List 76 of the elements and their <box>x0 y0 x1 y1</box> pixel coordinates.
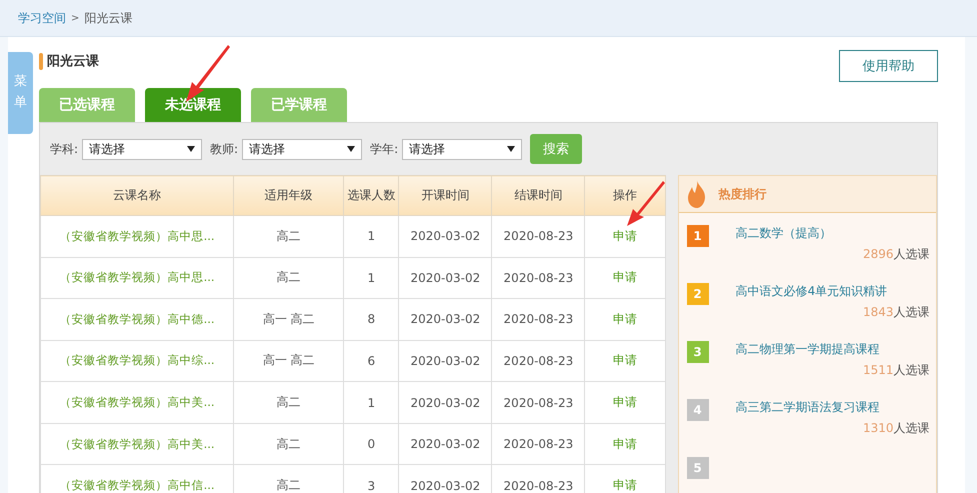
breadcrumb-link[interactable]: 学习空间 <box>18 10 66 26</box>
caret-icon <box>187 146 196 152</box>
title-marker <box>39 52 43 70</box>
table-cell: 2020-08-23 <box>504 437 574 452</box>
table-cell: 2020-08-23 <box>504 478 574 493</box>
column-header: 适用年级 <box>234 176 344 216</box>
apply-link[interactable]: 申请 <box>613 353 638 368</box>
table-cell: 2020-03-02 <box>410 229 480 244</box>
table-cell: 1 <box>367 270 376 285</box>
table-cell: 2020-03-02 <box>410 270 480 285</box>
rank-number: 3 <box>686 341 709 363</box>
help-button[interactable]: 使用帮助 <box>839 50 938 82</box>
table-cell: 高二 <box>276 270 301 284</box>
table-cell: 0 <box>367 437 376 452</box>
table-cell: 6 <box>367 354 376 368</box>
course-tab[interactable]: 已学课程 <box>251 88 347 122</box>
apply-link[interactable]: 申请 <box>613 478 638 492</box>
menu-tab[interactable]: 菜单 <box>8 52 33 134</box>
annotation-arrow <box>625 180 665 228</box>
table-cell: 8 <box>367 312 376 326</box>
course-tab[interactable]: 未选课程 <box>145 88 241 122</box>
table-cell: 2020-03-02 <box>410 437 480 452</box>
enrollment-count: 1843人选课 <box>863 304 930 321</box>
table-cell: 2020-08-23 <box>504 270 574 285</box>
apply-link[interactable]: 申请 <box>613 312 638 326</box>
filter-label: 学科: <box>50 140 78 158</box>
table-cell: 高二 <box>276 478 301 492</box>
ranked-course-link[interactable]: 高二物理第一学期提高课程 <box>736 341 930 358</box>
apply-link[interactable]: 申请 <box>613 436 638 451</box>
ranked-course-link[interactable]: 高三第二学期语法复习课程 <box>736 399 930 416</box>
ranking-title: 热度排行 <box>718 186 767 202</box>
table-cell: 2020-08-23 <box>504 312 574 326</box>
rank-number: 4 <box>686 399 709 421</box>
table-cell: 2020-08-23 <box>504 229 574 244</box>
apply-link[interactable]: 申请 <box>613 395 638 410</box>
breadcrumb-current: 阳光云课 <box>84 10 132 26</box>
column-header: 开课时间 <box>398 176 492 216</box>
filter-label: 学年: <box>370 140 398 158</box>
filter-label: 教师: <box>210 140 238 158</box>
table-cell: 2020-08-23 <box>504 354 574 368</box>
apply-link[interactable]: 申请 <box>613 228 638 243</box>
filter-dropdown[interactable]: 请选择 <box>82 138 202 160</box>
breadcrumb-separator: > <box>71 12 80 24</box>
search-button[interactable]: 搜索 <box>530 134 582 164</box>
filter-dropdown[interactable]: 请选择 <box>402 138 522 160</box>
rank-number: 5 <box>686 457 709 479</box>
caret-icon <box>507 146 516 152</box>
rank-number: 1 <box>686 225 709 247</box>
table-cell: 高二 <box>276 228 301 243</box>
table-cell: 2020-03-02 <box>410 396 480 410</box>
column-header: 结课时间 <box>492 176 585 216</box>
enrollment-count: 2896人选课 <box>863 246 930 263</box>
table-cell: 2020-08-23 <box>504 396 574 410</box>
filter-dropdown[interactable]: 请选择 <box>242 138 362 160</box>
table-cell: 2020-03-02 <box>410 354 480 368</box>
enrollment-count: 1310人选课 <box>863 420 930 437</box>
table-cell: 高一 高二 <box>262 353 315 368</box>
column-header: 云课名称 <box>40 176 234 216</box>
page-title: 阳光云课 <box>47 53 99 70</box>
apply-link[interactable]: 申请 <box>613 270 638 284</box>
rank-number: 2 <box>686 283 709 305</box>
table-cell: 高二 <box>276 436 301 451</box>
table-cell: 3 <box>367 478 376 493</box>
table-cell: 1 <box>367 229 376 244</box>
table-cell: 高一 高二 <box>262 312 315 326</box>
column-header: 选课人数 <box>344 176 399 216</box>
table-cell: 2020-03-02 <box>410 312 480 326</box>
enrollment-count: 1511人选课 <box>863 362 930 379</box>
ranked-course-link[interactable]: 高二数学（提高） <box>736 225 930 242</box>
course-tab[interactable]: 已选课程 <box>39 88 135 122</box>
caret-icon <box>347 146 356 152</box>
table-cell: 1 <box>367 396 376 410</box>
column-header: 操作 <box>584 176 666 216</box>
ranked-course-link[interactable]: 高中语文必修4单元知识精讲 <box>736 283 930 300</box>
table-cell: 2020-03-02 <box>410 478 480 493</box>
table-cell: 高二 <box>276 395 301 410</box>
